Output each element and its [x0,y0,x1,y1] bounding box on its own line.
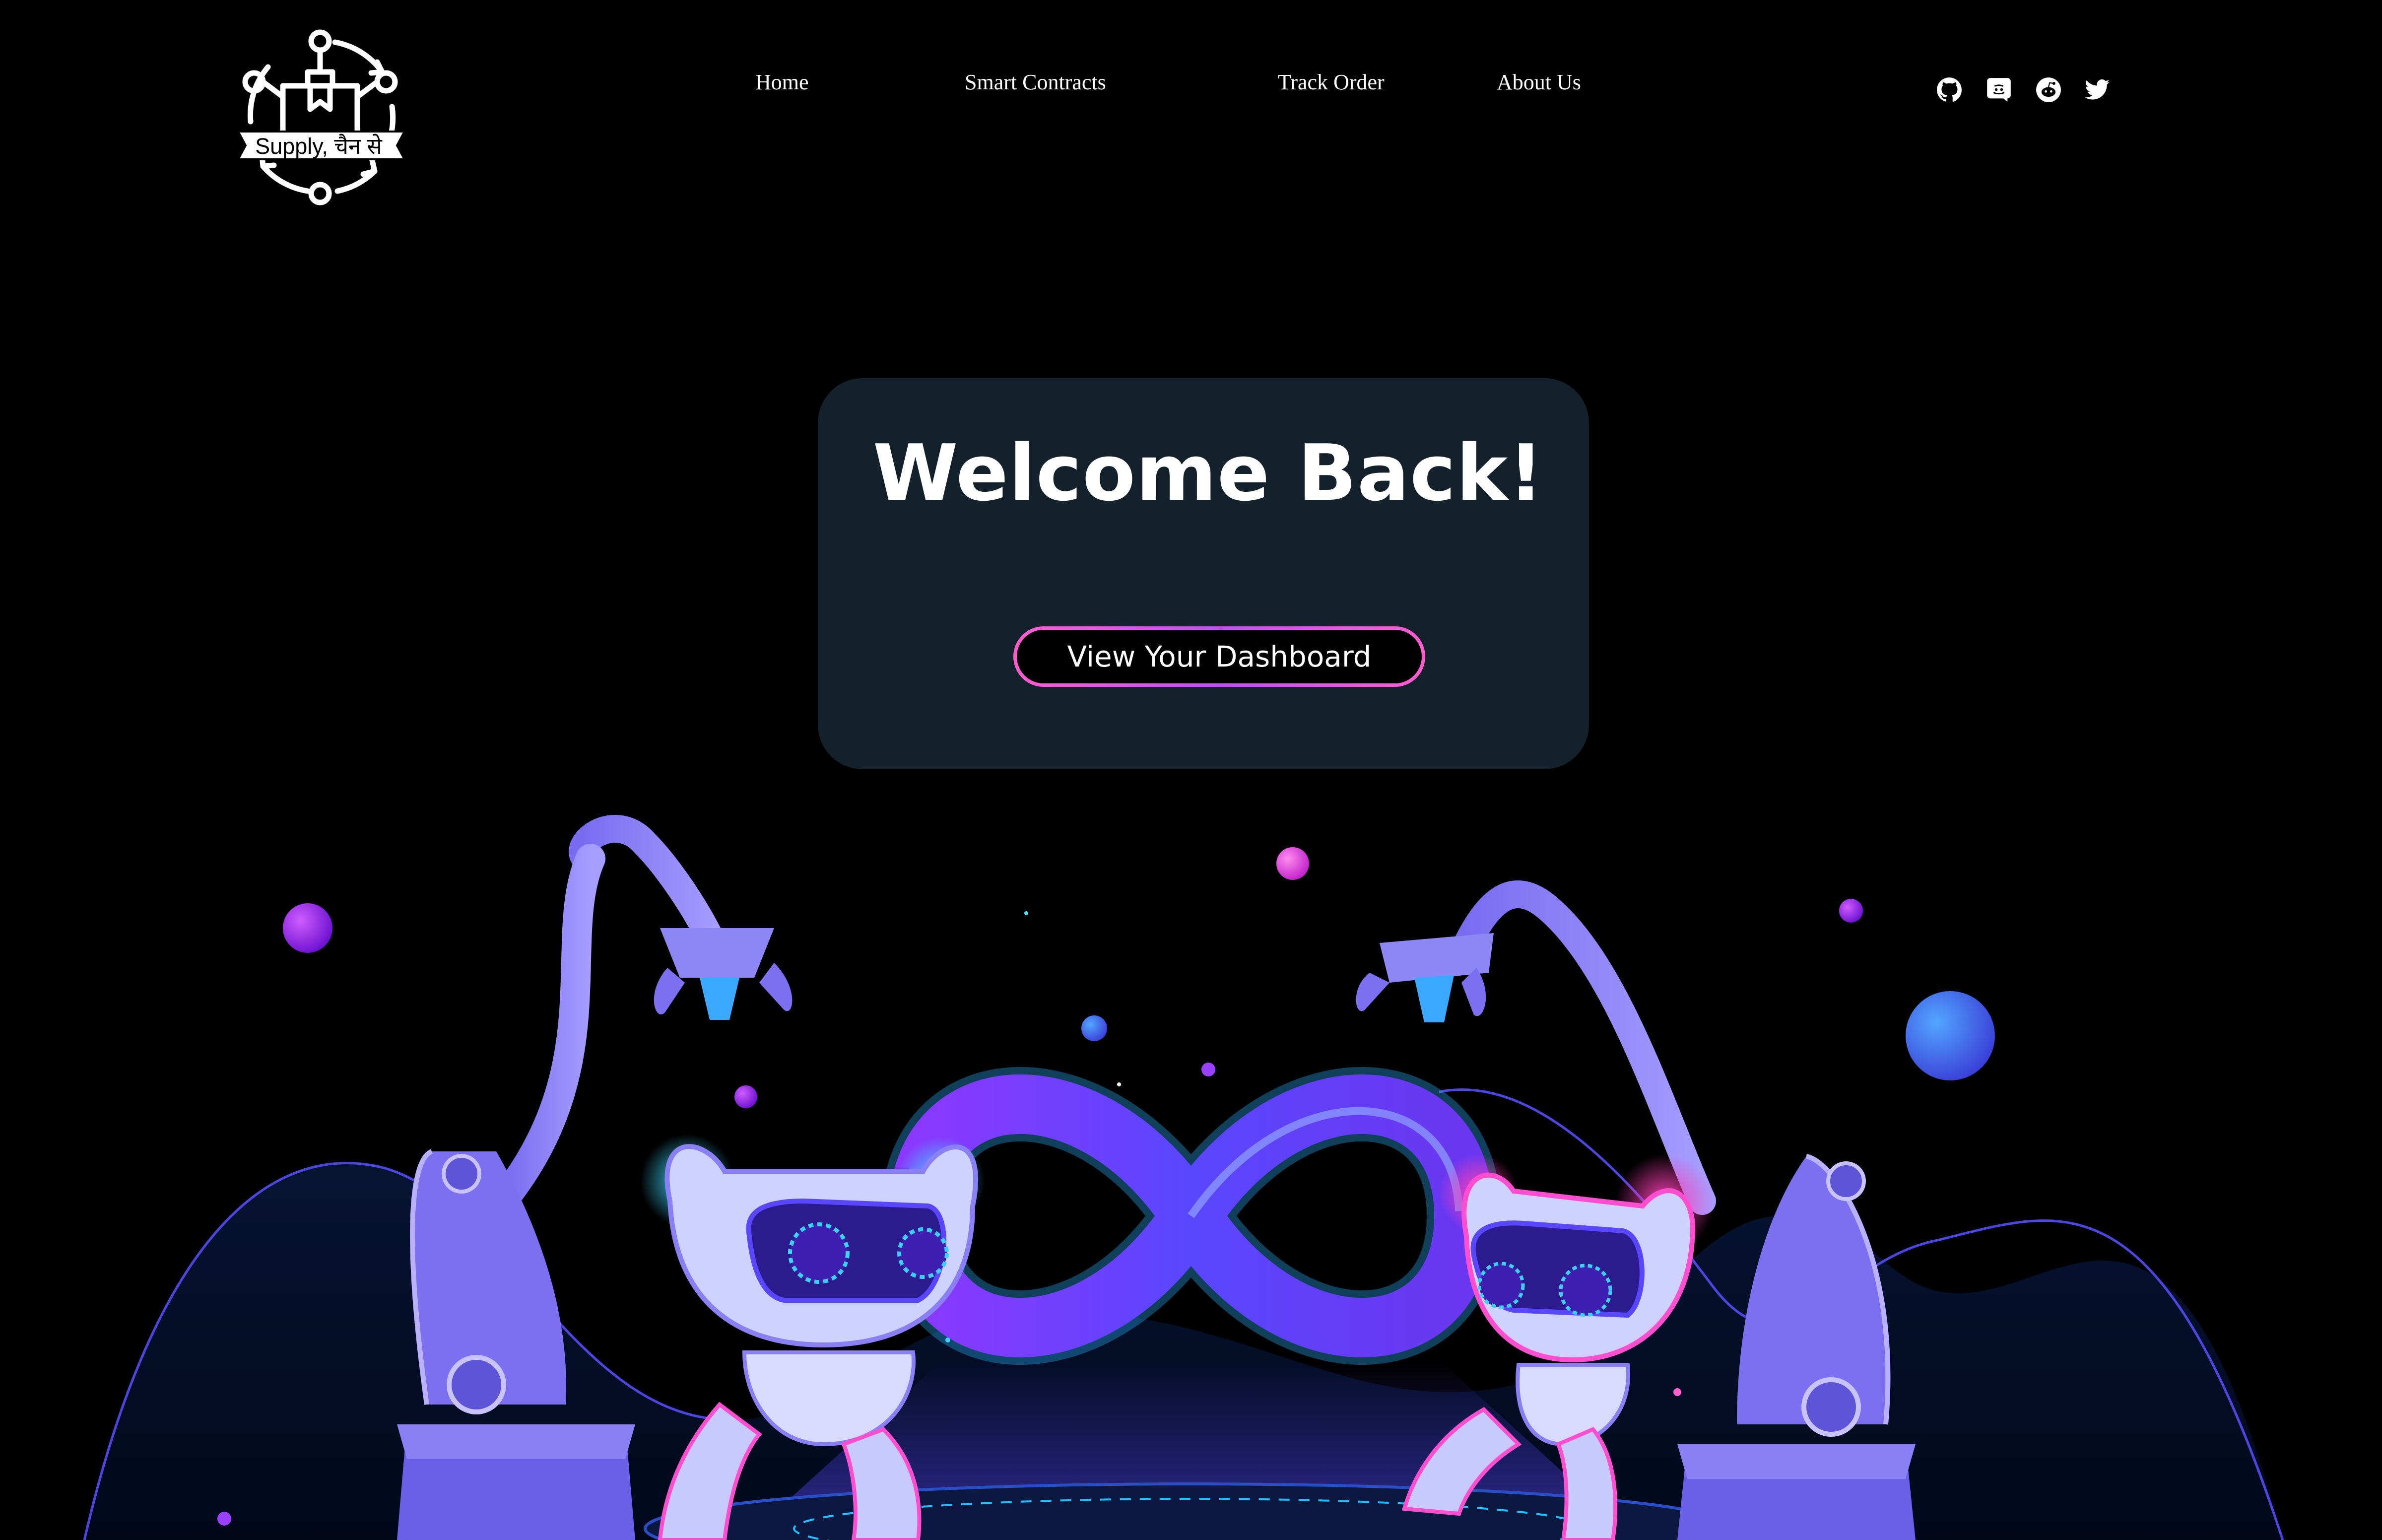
reddit-icon[interactable] [2036,77,2061,103]
view-dashboard-button[interactable]: View Your Dashboard [1013,626,1425,687]
hero-robots-illustration [0,814,2382,1540]
nav-home[interactable]: Home [755,69,809,95]
github-icon[interactable] [1936,77,1962,103]
discord-icon[interactable] [1986,77,2012,103]
page: Supply, चैन से Home Smart Contracts Trac… [0,0,2382,1540]
twitter-icon[interactable] [2084,77,2110,103]
nav-smart-contracts[interactable]: Smart Contracts [965,69,1106,95]
nav-about-us[interactable]: About Us [1497,69,1581,95]
welcome-title: Welcome Back! [872,428,1544,518]
logo-text: Supply, चैन से [255,134,382,159]
supply-chain-logo[interactable]: Supply, चैन से [233,27,409,206]
welcome-card: Welcome Back! View Your Dashboard [818,378,1589,769]
logo-graphic-icon [236,29,406,205]
nav-track-order[interactable]: Track Order [1278,69,1385,95]
